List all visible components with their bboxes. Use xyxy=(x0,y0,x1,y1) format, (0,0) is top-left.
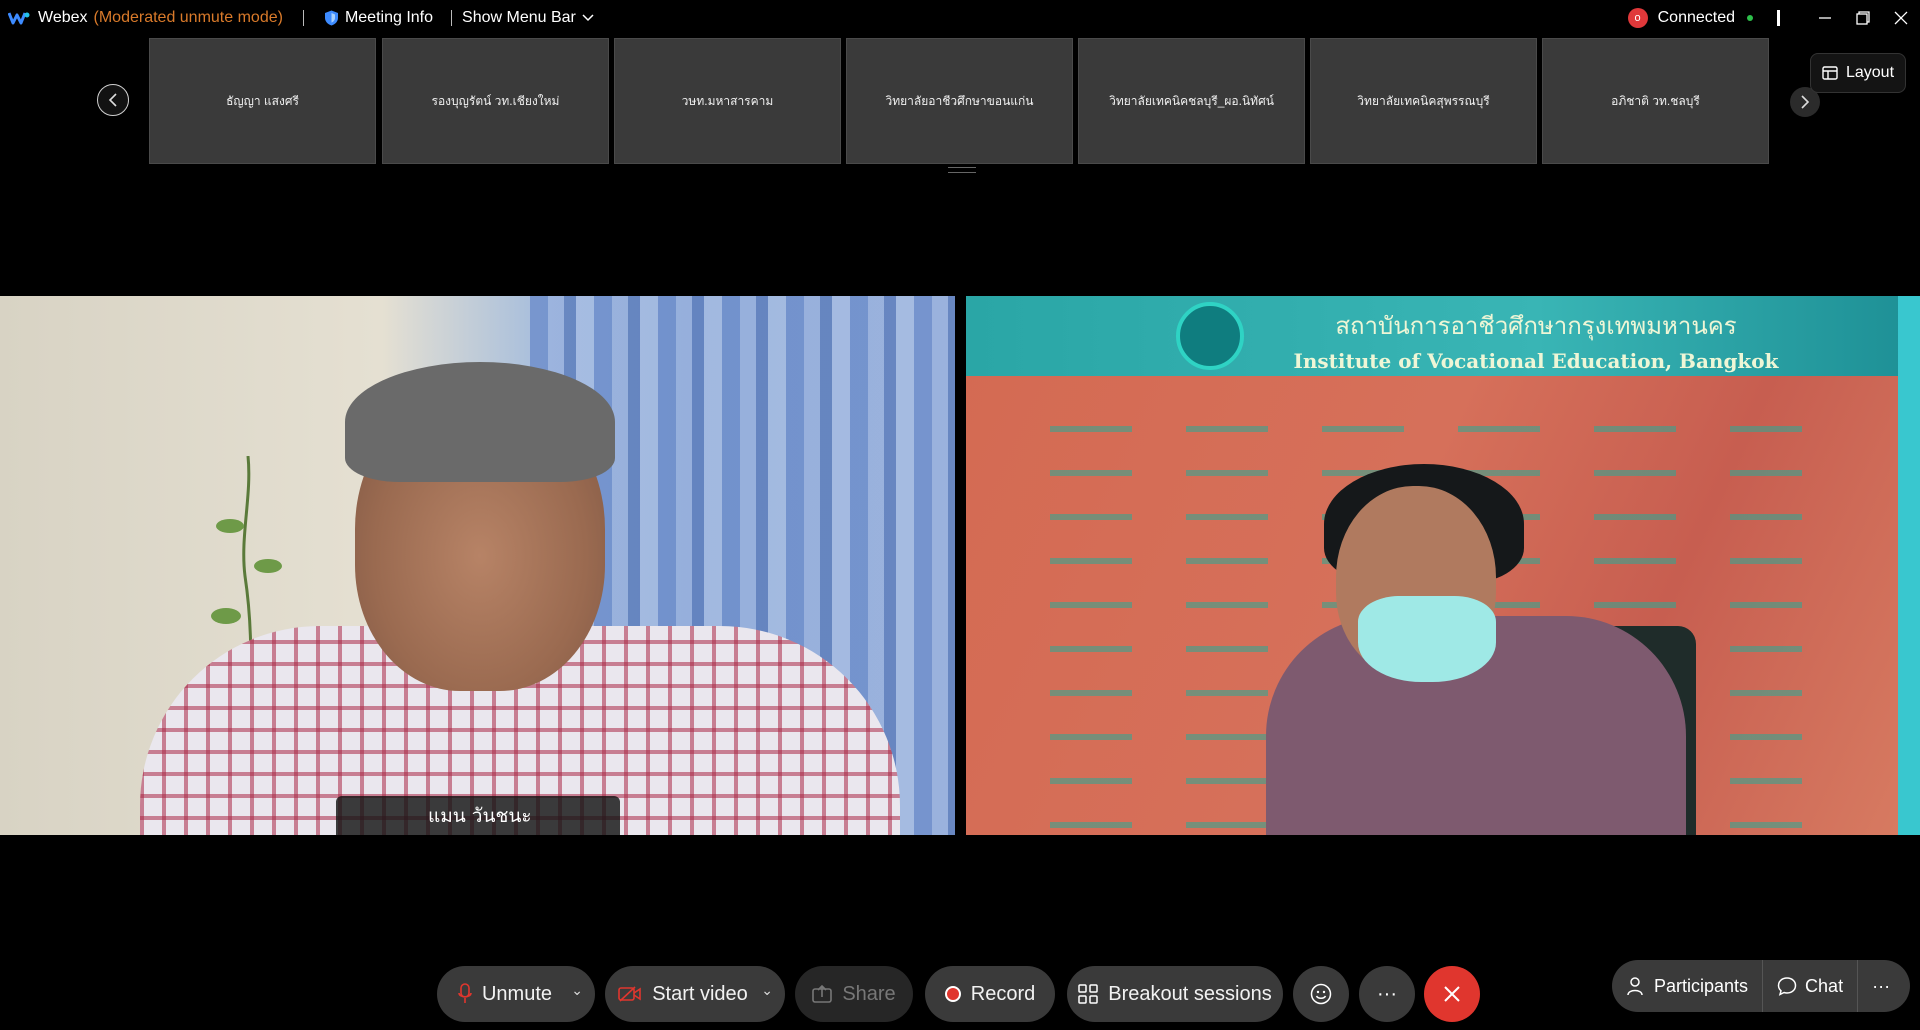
record-button[interactable]: Record xyxy=(925,966,1055,1022)
layout-button[interactable]: Layout xyxy=(1810,53,1906,93)
title-divider xyxy=(1777,10,1780,26)
panel-more-button[interactable]: ··· xyxy=(1858,960,1904,1012)
participant-strip: ธัญญา แสงศรี รองบุญรัตน์ วท.เชียงใหม่ วษ… xyxy=(0,36,1920,176)
unmute-button[interactable]: Unmute ⌄ xyxy=(437,966,595,1022)
minimize-icon xyxy=(1819,17,1831,19)
share-icon xyxy=(812,985,833,1003)
face-mask xyxy=(1358,596,1496,682)
participant-video-right[interactable]: สถาบันการอาชีวศึกษากรุงเทพมหานคร Institu… xyxy=(966,296,1920,835)
participant-video-left[interactable]: แมน วันชนะ xyxy=(0,296,955,835)
chevron-left-icon xyxy=(108,93,117,107)
title-bar: Webex (Moderated unmute mode) Meeting In… xyxy=(0,0,1920,36)
title-divider xyxy=(302,10,304,26)
chat-label: Chat xyxy=(1805,975,1844,996)
institute-name-english: Institute of Vocational Education, Bangk… xyxy=(1293,349,1779,373)
camera-off-icon xyxy=(618,986,641,1002)
show-menu-bar-label: Show Menu Bar xyxy=(462,9,576,26)
strip-previous-button[interactable] xyxy=(97,84,129,116)
institute-banner: สถาบันการอาชีวศึกษากรุงเทพมหานคร Institu… xyxy=(1256,306,1816,373)
more-options-button[interactable]: ··· xyxy=(1359,966,1415,1022)
participant-name-label: แมน วันชนะ xyxy=(336,796,620,835)
breakout-sessions-button[interactable]: Breakout sessions xyxy=(1067,966,1283,1022)
restore-icon xyxy=(1856,11,1870,25)
title-right: o Connected xyxy=(1627,0,1920,36)
restore-button[interactable] xyxy=(1844,0,1882,36)
end-call-button[interactable] xyxy=(1424,966,1480,1022)
emoji-icon xyxy=(1310,983,1332,1005)
title-left: Webex (Moderated unmute mode) Meeting In… xyxy=(0,0,594,36)
chat-button[interactable]: Chat xyxy=(1763,960,1857,1012)
connection-status: Connected xyxy=(1657,9,1735,26)
participant-thumbnail[interactable]: ธัญญา แสงศรี xyxy=(149,38,376,164)
participants-icon xyxy=(1627,977,1643,996)
record-label: Record xyxy=(970,982,1036,1005)
shield-icon xyxy=(324,10,338,26)
chevron-down-icon xyxy=(582,14,594,22)
participant-thumbnail[interactable]: วิทยาลัยเทคนิคชลบุรี_ผอ.นิทัศน์ xyxy=(1078,38,1305,164)
record-icon xyxy=(944,986,961,1002)
webex-logo-icon xyxy=(8,12,30,25)
panel-controls: Participants Chat ··· xyxy=(1612,960,1910,1012)
chevron-down-icon[interactable]: ⌄ xyxy=(571,982,583,999)
close-icon xyxy=(1894,11,1908,25)
breakout-icon xyxy=(1078,984,1099,1004)
close-button[interactable] xyxy=(1882,0,1920,36)
breakout-sessions-label: Breakout sessions xyxy=(1108,982,1272,1005)
show-menu-bar-button[interactable]: Show Menu Bar xyxy=(462,9,594,27)
title-divider xyxy=(451,10,453,26)
institute-seal-icon xyxy=(1176,302,1244,370)
connection-badge: o xyxy=(1627,8,1648,28)
start-video-label: Start video xyxy=(652,982,748,1005)
meeting-info-label: Meeting Info xyxy=(344,9,434,26)
share-label: Share xyxy=(842,982,896,1005)
backdrop-edge xyxy=(1898,296,1920,835)
chevron-down-icon[interactable]: ⌄ xyxy=(761,982,773,999)
strip-resize-handle[interactable] xyxy=(948,167,976,173)
participant-thumbnail[interactable]: วิทยาลัยเทคนิคสุพรรณบุรี xyxy=(1310,38,1537,164)
minimize-button[interactable] xyxy=(1806,0,1844,36)
participant-thumbnail[interactable]: อภิชาติ วท.ชลบุรี xyxy=(1542,38,1769,164)
unmute-label: Unmute xyxy=(481,982,553,1005)
app-name: Webex xyxy=(38,9,88,26)
close-icon xyxy=(1444,986,1460,1002)
connected-indicator-icon xyxy=(1747,15,1753,21)
participant-thumbnail[interactable]: วษท.มหาสารคาม xyxy=(614,38,841,164)
start-video-button[interactable]: Start video ⌄ xyxy=(605,966,785,1022)
share-button[interactable]: Share xyxy=(795,966,913,1022)
more-icon: ··· xyxy=(1377,982,1397,1005)
meeting-info-button[interactable]: Meeting Info xyxy=(324,9,433,27)
participants-label: Participants xyxy=(1654,975,1749,996)
participant-thumbnail[interactable]: รองบุญรัตน์ วท.เชียงใหม่ xyxy=(382,38,609,164)
reactions-button[interactable] xyxy=(1293,966,1349,1022)
layout-icon xyxy=(1822,66,1838,80)
participants-button[interactable]: Participants xyxy=(1612,960,1762,1012)
more-icon: ··· xyxy=(1872,975,1891,996)
moderated-mode-label: (Moderated unmute mode) xyxy=(93,9,283,26)
institute-name-thai: สถาบันการอาชีวศึกษากรุงเทพมหานคร xyxy=(1335,312,1737,340)
chevron-right-icon xyxy=(1801,95,1810,109)
chat-icon xyxy=(1777,977,1797,996)
layout-label: Layout xyxy=(1845,64,1895,81)
participant-hair xyxy=(345,362,615,482)
participant-thumbnail[interactable]: วิทยาลัยอาชีวศึกษาขอนแก่น xyxy=(846,38,1073,164)
meeting-controls: Unmute ⌄ Start video ⌄ Share Record Brea… xyxy=(0,960,1920,1022)
microphone-muted-icon xyxy=(458,983,472,1003)
